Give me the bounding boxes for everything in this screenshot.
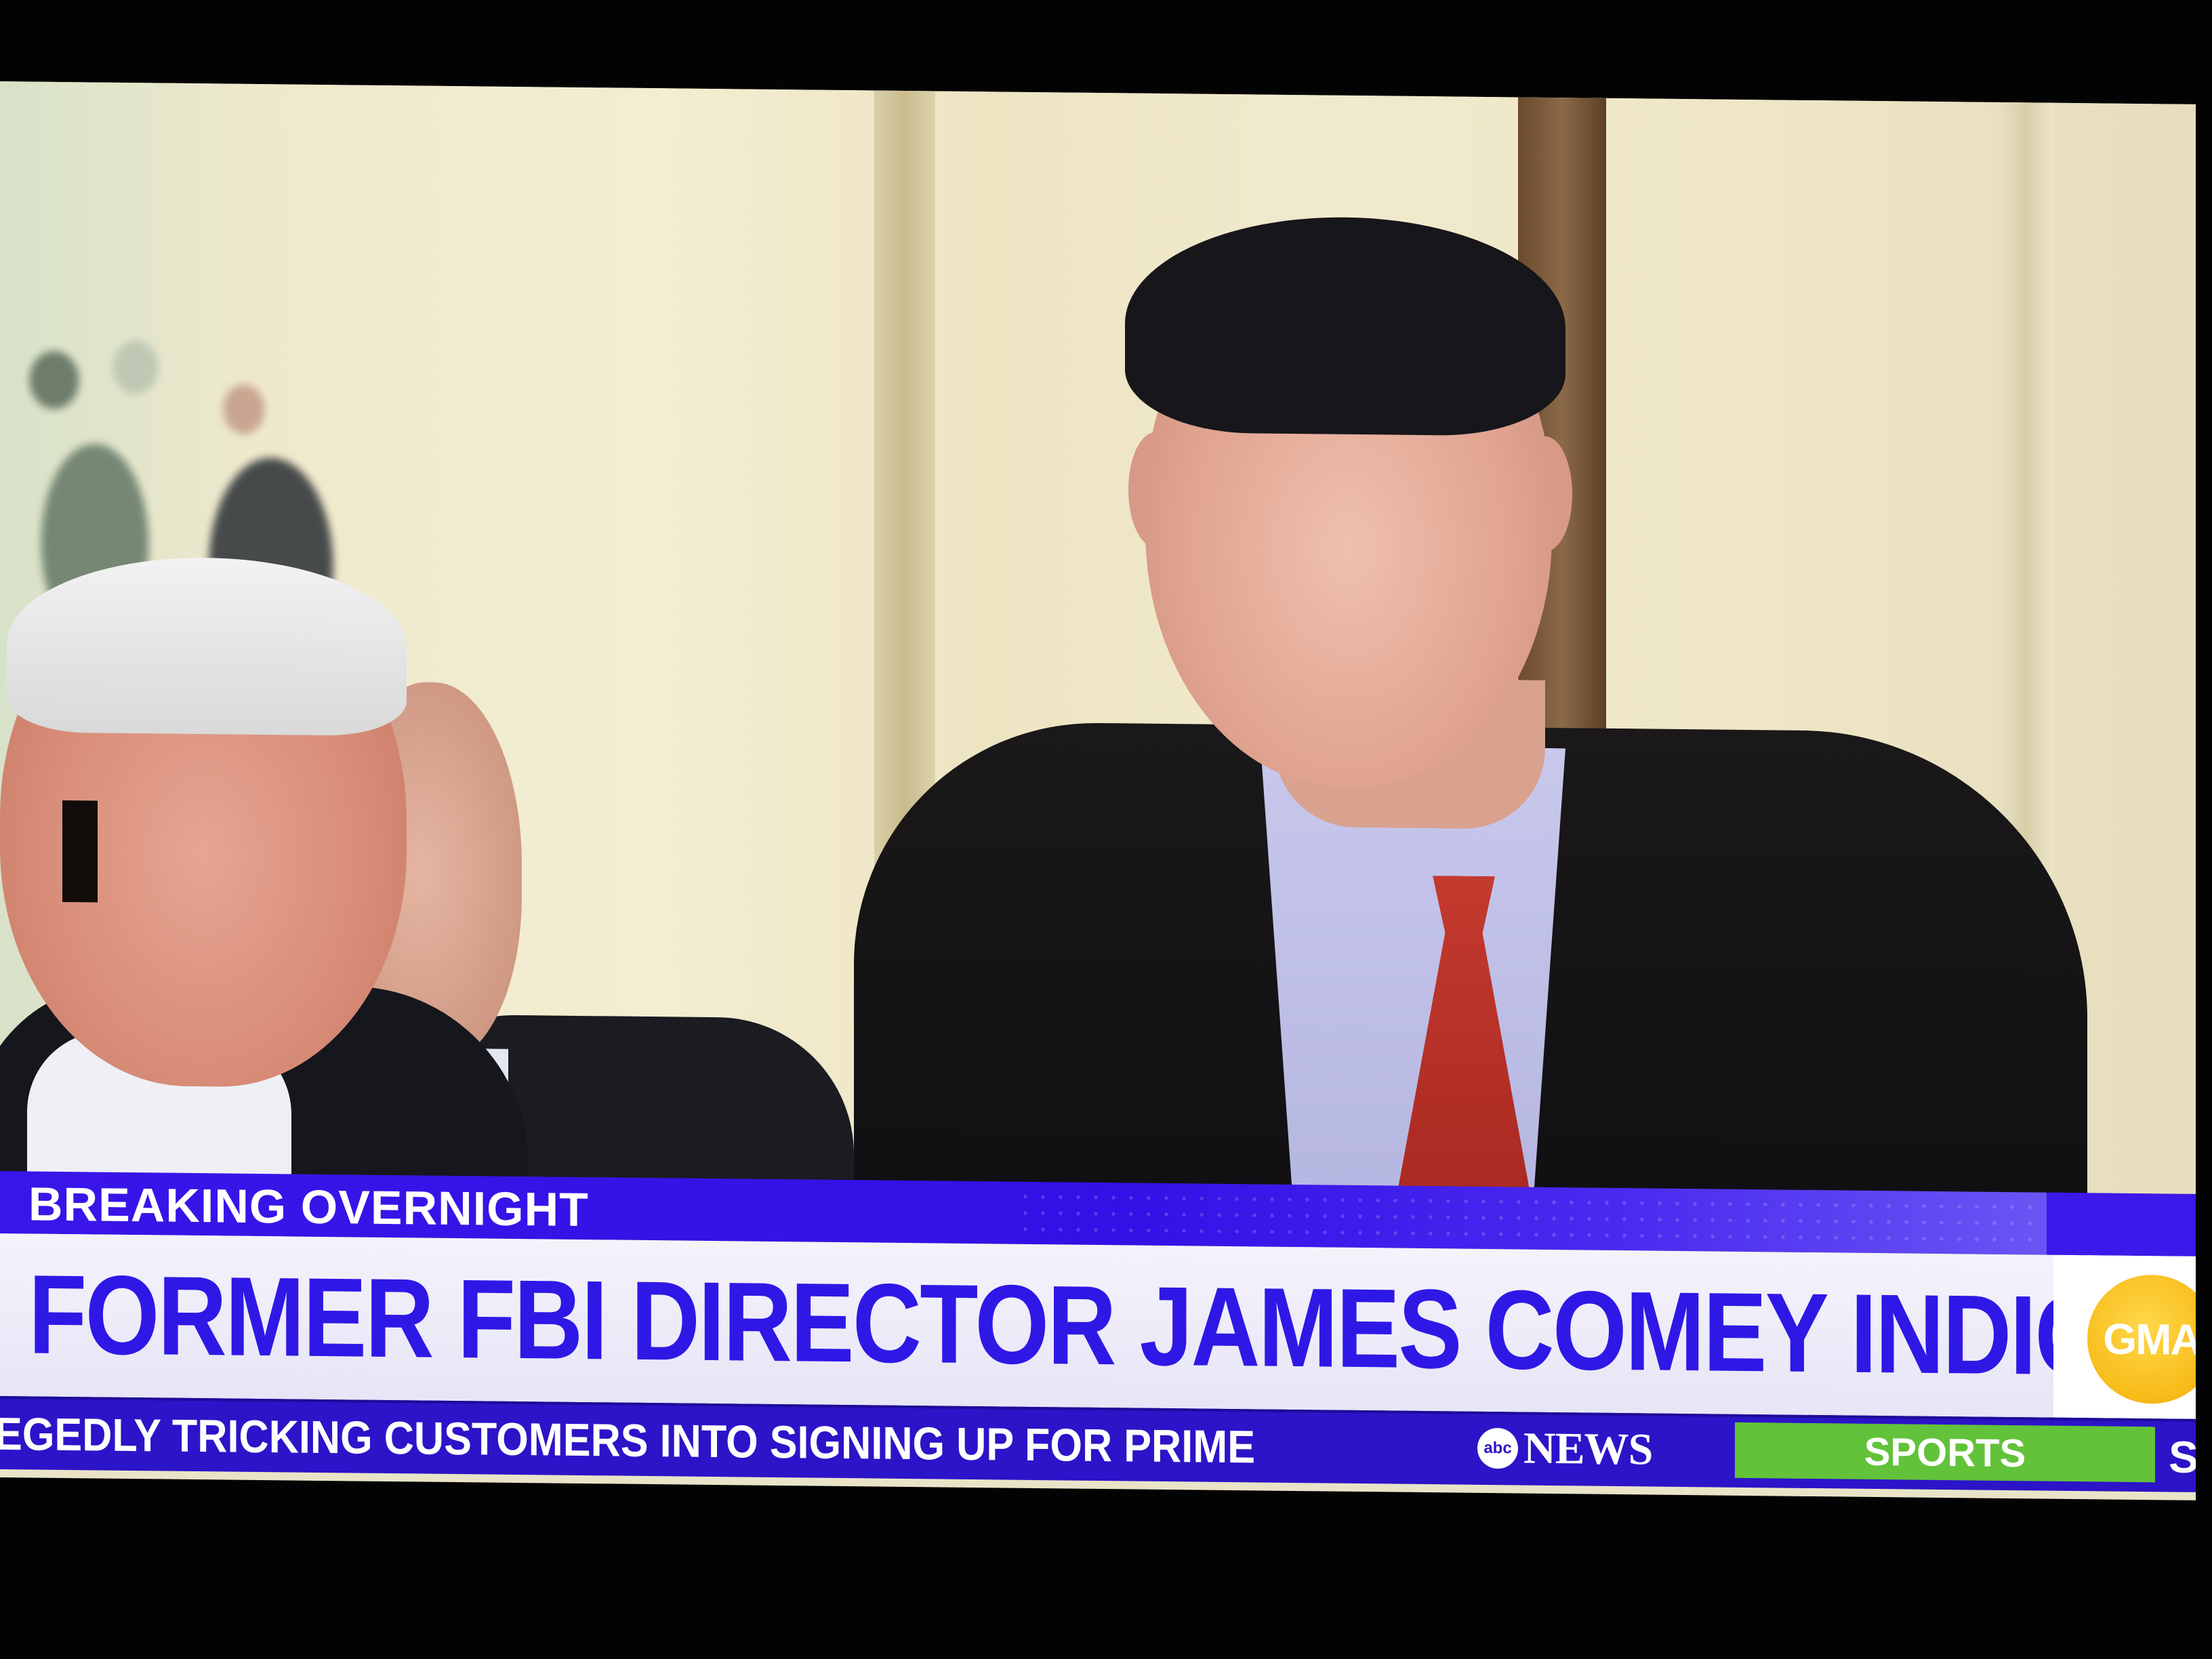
logo-box: GMA xyxy=(2053,1254,2196,1419)
kicker-bar-end xyxy=(2047,1192,2196,1256)
abc-label: abc xyxy=(1483,1438,1512,1458)
headline-bar: FORMER FBI DIRECTOR JAMES COMEY INDICTED xyxy=(0,1233,2196,1418)
broadcast-scene xyxy=(0,81,2196,1202)
ticker-next-text: S xyxy=(2169,1431,2196,1482)
sports-label: SPORTS xyxy=(1864,1429,2026,1475)
ticker-headline: EGEDLY TRICKING CUSTOMERS INTO SIGNING U… xyxy=(0,1408,1256,1473)
gma-logo-icon: GMA xyxy=(2087,1274,2196,1405)
news-label: NEWS xyxy=(1523,1423,1653,1475)
logo-label: GMA xyxy=(2103,1314,2196,1365)
screen-defect-mark xyxy=(62,800,98,903)
kicker-label: BREAKING OVERNIGHT xyxy=(28,1177,589,1237)
abc-circle-icon: abc xyxy=(1477,1427,1518,1469)
headline: FORMER FBI DIRECTOR JAMES COMEY INDICTED xyxy=(28,1252,2196,1401)
sports-section-tag: SPORTS xyxy=(1735,1422,2155,1483)
news-lower-third: BREAKING OVERNIGHT FORMER FBI DIRECTOR J… xyxy=(0,1171,2196,1492)
main-subject-hair xyxy=(1125,215,1565,437)
tv-screen: BREAKING OVERNIGHT FORMER FBI DIRECTOR J… xyxy=(0,81,2196,1500)
kicker-dot-pattern xyxy=(1017,1188,2033,1248)
abc-news-logo-icon: abc NEWS xyxy=(1477,1422,1652,1476)
